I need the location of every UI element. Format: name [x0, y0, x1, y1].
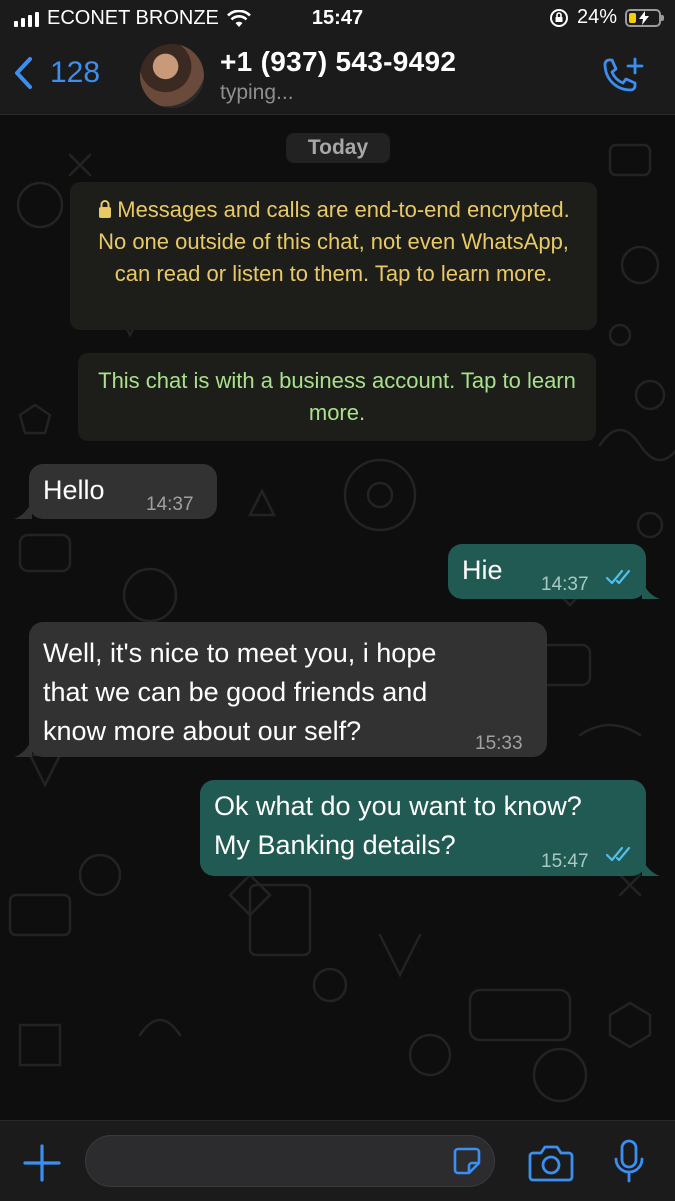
- message-line: that we can be good friends and: [43, 677, 428, 707]
- lock-icon: [99, 200, 112, 218]
- contact-status: typing...: [220, 81, 294, 104]
- sticker-icon[interactable]: [452, 1146, 482, 1176]
- input-bar: [0, 1120, 675, 1201]
- message-time: 15:33: [475, 733, 523, 754]
- business-notice[interactable]: This chat is with a business account. Ta…: [78, 353, 596, 441]
- message-text: Ok what do you want to know? My Banking …: [214, 787, 582, 865]
- plus-icon[interactable]: [22, 1143, 62, 1183]
- day-separator: Today: [286, 133, 390, 163]
- message-line: Ok what do you want to know?: [214, 791, 582, 821]
- message-field[interactable]: [85, 1135, 495, 1187]
- bubble-tail: [642, 858, 660, 876]
- unread-count: 128: [50, 56, 101, 89]
- read-receipt-icon: [605, 846, 631, 862]
- orientation-lock-icon: [549, 8, 568, 27]
- add-call-icon[interactable]: [599, 56, 645, 98]
- message-text: Well, it's nice to meet you, i hope that…: [43, 634, 436, 751]
- encryption-notice-label: Messages and calls are end-to-end encryp…: [98, 197, 570, 286]
- encryption-notice[interactable]: Messages and calls are end-to-end encryp…: [70, 182, 597, 330]
- message-time: 15:47: [541, 851, 589, 872]
- encryption-notice-text: Messages and calls are end-to-end encryp…: [70, 182, 597, 302]
- message-bubble-outgoing[interactable]: Hie 14:37: [448, 544, 646, 599]
- message-bubble-incoming[interactable]: Well, it's nice to meet you, i hope that…: [29, 622, 547, 757]
- message-bubble-outgoing[interactable]: Ok what do you want to know? My Banking …: [200, 780, 646, 876]
- contact-info[interactable]: +1 (937) 543-9492 typing...: [220, 46, 456, 105]
- battery-percent: 24%: [576, 6, 617, 28]
- business-notice-text: This chat is with a business account. Ta…: [98, 368, 576, 425]
- message-text: Hie: [462, 555, 503, 585]
- message-input[interactable]: [102, 1144, 446, 1180]
- message-line: Well, it's nice to meet you, i hope: [43, 638, 437, 668]
- message-text: Hello: [43, 475, 105, 505]
- battery-icon: [625, 8, 664, 27]
- avatar[interactable]: [140, 44, 204, 108]
- contact-name: +1 (937) 543-9492: [220, 46, 457, 77]
- status-right: 24%: [549, 6, 664, 29]
- message-line: My Banking details?: [214, 830, 456, 860]
- message-line: know more about our self?: [43, 716, 362, 746]
- camera-icon[interactable]: [528, 1143, 574, 1183]
- bubble-tail: [14, 501, 32, 519]
- read-receipt-icon: [605, 569, 631, 585]
- status-bar: ECONET BRONZE 15:47 24%: [0, 0, 675, 38]
- chevron-left-icon: [15, 57, 32, 89]
- message-bubble-incoming[interactable]: Hello 14:37: [29, 464, 217, 519]
- bubble-tail: [642, 581, 660, 599]
- chat-area[interactable]: Today Messages and calls are end-to-end …: [0, 115, 675, 1120]
- message-time: 14:37: [146, 494, 194, 515]
- chat-header: 128 +1 (937) 543-9492 typing...: [0, 38, 675, 115]
- message-time: 14:37: [541, 574, 589, 595]
- bubble-tail: [14, 739, 32, 757]
- microphone-icon[interactable]: [612, 1139, 646, 1185]
- back-button[interactable]: 128: [12, 56, 100, 90]
